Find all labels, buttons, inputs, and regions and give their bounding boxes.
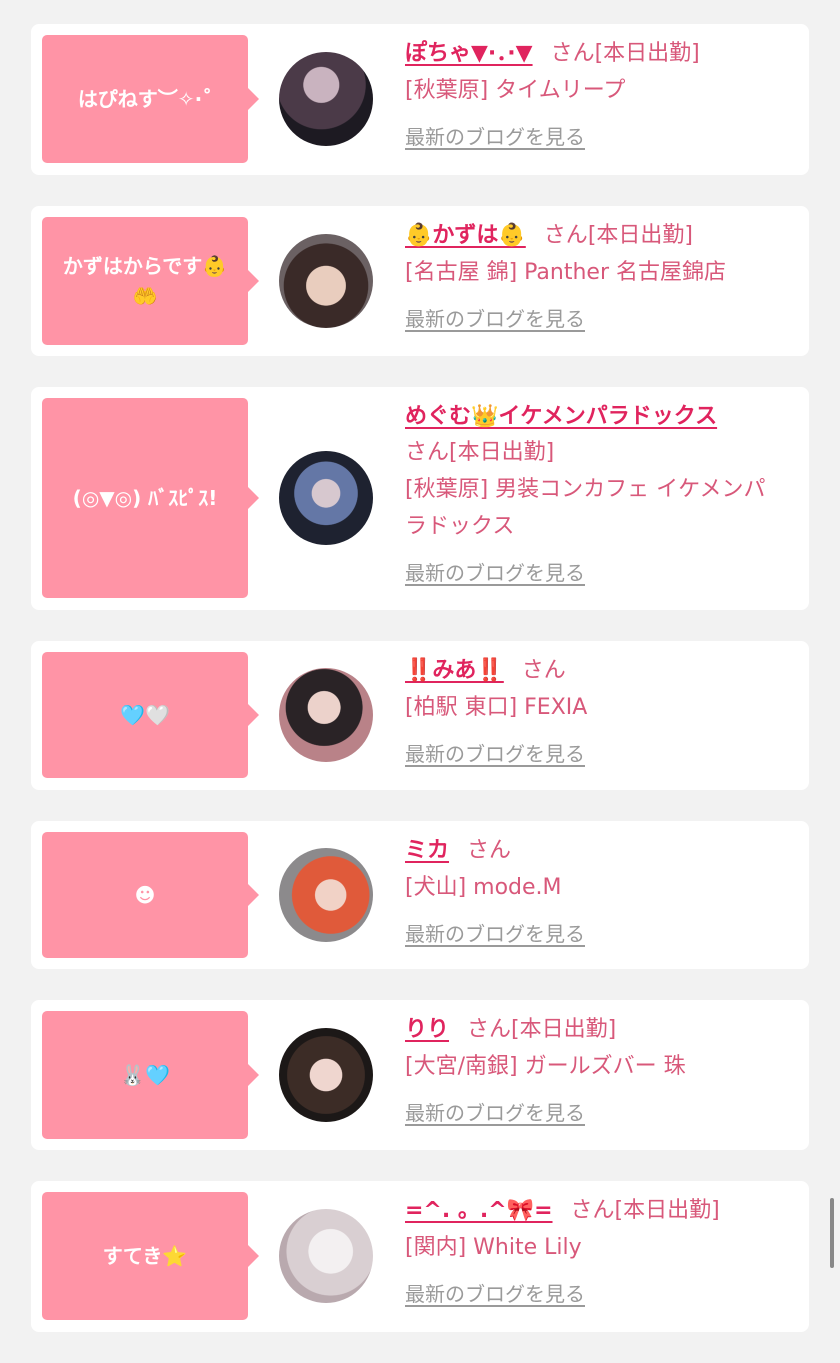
shop-name: [犬山] mode.M bbox=[405, 875, 562, 900]
card-info: ぽちゃ▼·．·▼ さん[本日出勤] [秋葉原] タイムリープ 最新のブログを見る bbox=[405, 36, 785, 150]
card-info: りり さん[本日出勤] [大宮/南銀] ガールズバー 珠 最新のブログを見る bbox=[405, 1012, 785, 1126]
girl-name-link[interactable]: =^. 。.^🎀= bbox=[405, 1198, 553, 1223]
blog-link[interactable]: 最新のブログを見る bbox=[405, 1097, 585, 1126]
honorific: さん bbox=[550, 41, 595, 66]
honorific: さん bbox=[405, 440, 450, 465]
girl-card: ☻ ミカ さん [犬山] mode.M 最新のブログを見る bbox=[31, 821, 809, 969]
avatar[interactable] bbox=[279, 1209, 373, 1303]
card-info: めぐむ👑イケメンパラドックス さん[本日出勤] [秋葉原] 男装コンカフェ イケメ… bbox=[405, 399, 785, 586]
avatar[interactable] bbox=[279, 1028, 373, 1122]
card-info: =^. 。.^🎀= さん[本日出勤] [関内] White Lily 最新のブログ… bbox=[405, 1193, 785, 1307]
working-today-badge: [本日出勤] bbox=[614, 1198, 720, 1223]
blog-link[interactable]: 最新のブログを見る bbox=[405, 738, 585, 767]
girl-name-link[interactable]: りり bbox=[405, 1017, 449, 1042]
card-info: ミカ さん [犬山] mode.M 最新のブログを見る bbox=[405, 833, 785, 947]
working-today-badge: [本日出勤] bbox=[594, 41, 700, 66]
girl-name-link[interactable]: めぐむ👑イケメンパラドックス bbox=[405, 404, 717, 429]
avatar[interactable] bbox=[279, 451, 373, 545]
honorific: さん bbox=[467, 1017, 512, 1042]
girl-name-link[interactable]: ミカ bbox=[405, 838, 449, 863]
blog-link[interactable]: 最新のブログを見る bbox=[405, 121, 585, 150]
message-bubble: はぴねす︶✧·˚ bbox=[42, 35, 259, 163]
message-bubble: ☻ bbox=[42, 832, 259, 958]
message-bubble: 🐰🩵 bbox=[42, 1011, 259, 1139]
blog-link[interactable]: 最新のブログを見る bbox=[405, 1278, 585, 1307]
shop-name: [柏駅 東口] FEXIA bbox=[405, 695, 588, 720]
working-today-badge: [本日出勤] bbox=[449, 440, 555, 465]
girl-name-link[interactable]: ‼️みあ‼️ bbox=[405, 658, 504, 683]
avatar[interactable] bbox=[279, 52, 373, 146]
blog-link[interactable]: 最新のブログを見る bbox=[405, 918, 585, 947]
working-today-badge: [本日出勤] bbox=[587, 223, 693, 248]
message-bubble: 🩵🤍 bbox=[42, 652, 259, 778]
message-bubble: すてき⭐ bbox=[42, 1192, 259, 1320]
message-bubble: かずはからです👶 🤲 bbox=[42, 217, 259, 345]
working-today-badge: [本日出勤] bbox=[511, 1017, 617, 1042]
card-info: 👶かずは👶 さん[本日出勤] [名古屋 錦] Panther 名古屋錦店 最新のブ… bbox=[405, 218, 785, 332]
card-info: ‼️みあ‼️ さん [柏駅 東口] FEXIA 最新のブログを見る bbox=[405, 653, 785, 767]
honorific: さん bbox=[570, 1198, 615, 1223]
girl-name-link[interactable]: ぽちゃ▼·．·▼ bbox=[405, 41, 533, 66]
shop-name: [秋葉原] タイムリープ bbox=[405, 78, 626, 103]
girl-name-link[interactable]: 👶かずは👶 bbox=[405, 223, 526, 248]
girl-card: (◎▼◎) ﾊﾞｽﾋﾟｽ! めぐむ👑イケメンパラドックス さん[本日出勤] [秋葉… bbox=[31, 387, 809, 610]
scrollbar[interactable] bbox=[830, 1198, 834, 1268]
honorific: さん bbox=[543, 223, 588, 248]
honorific: さん bbox=[467, 838, 512, 863]
shop-name: [秋葉原] 男装コンカフェ イケメンパラドックス bbox=[405, 477, 766, 539]
girl-card: 🩵🤍 ‼️みあ‼️ さん [柏駅 東口] FEXIA 最新のブログを見る bbox=[31, 641, 809, 790]
girl-card: すてき⭐ =^. 。.^🎀= さん[本日出勤] [関内] White Lily 最… bbox=[31, 1181, 809, 1332]
shop-name: [名古屋 錦] Panther 名古屋錦店 bbox=[405, 260, 726, 285]
honorific: さん bbox=[521, 658, 566, 683]
avatar[interactable] bbox=[279, 668, 373, 762]
avatar[interactable] bbox=[279, 848, 373, 942]
shop-name: [関内] White Lily bbox=[405, 1235, 582, 1260]
blog-link[interactable]: 最新のブログを見る bbox=[405, 303, 585, 332]
blog-link[interactable]: 最新のブログを見る bbox=[405, 557, 585, 586]
avatar[interactable] bbox=[279, 234, 373, 328]
shop-name: [大宮/南銀] ガールズバー 珠 bbox=[405, 1054, 686, 1079]
message-bubble: (◎▼◎) ﾊﾞｽﾋﾟｽ! bbox=[42, 398, 259, 598]
girl-card: かずはからです👶 🤲 👶かずは👶 さん[本日出勤] [名古屋 錦] Panther… bbox=[31, 206, 809, 356]
girl-card: はぴねす︶✧·˚ ぽちゃ▼·．·▼ さん[本日出勤] [秋葉原] タイムリープ 最… bbox=[31, 24, 809, 175]
girl-card: 🐰🩵 りり さん[本日出勤] [大宮/南銀] ガールズバー 珠 最新のブログを見る bbox=[31, 1000, 809, 1150]
